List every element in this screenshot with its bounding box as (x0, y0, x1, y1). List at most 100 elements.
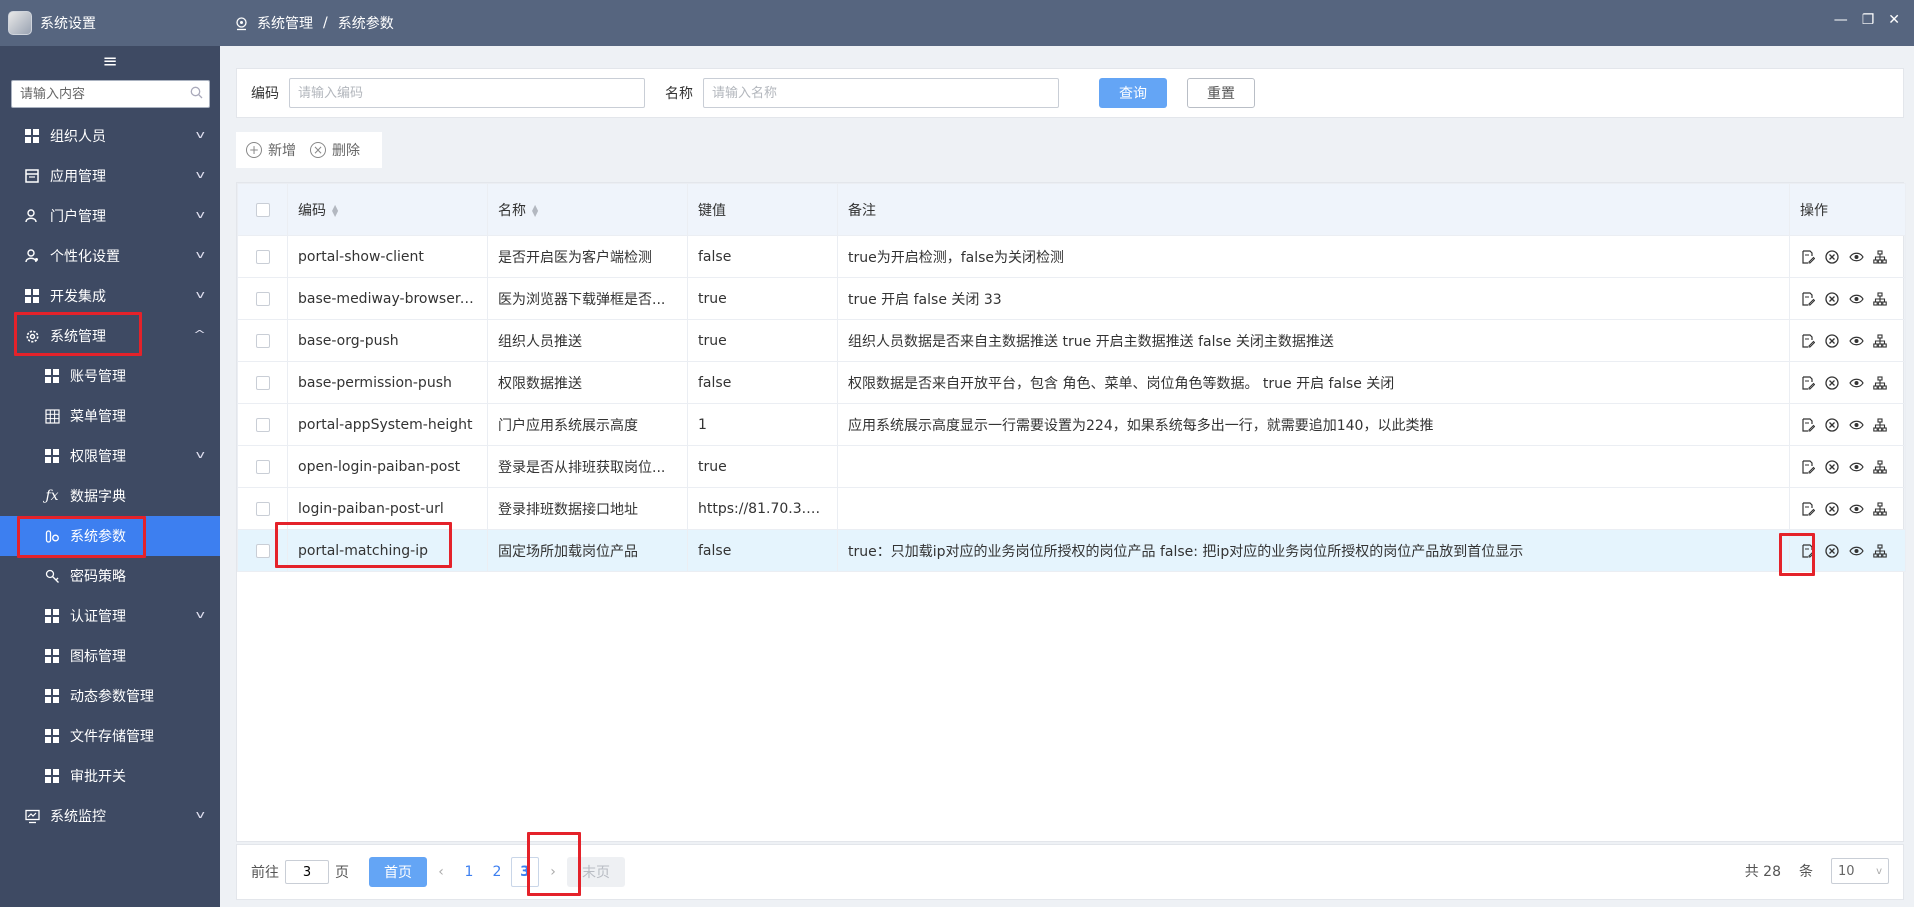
row-checkbox[interactable] (255, 375, 270, 390)
table-row[interactable]: base-org-push 组织人员推送 true 组织人员数据是否来自主数据推… (237, 319, 1906, 362)
view-eye-icon[interactable] (1848, 501, 1864, 517)
page-1-button[interactable]: 1 (455, 857, 483, 887)
minimize-icon[interactable]: — (1834, 12, 1848, 28)
edit-icon[interactable] (1800, 501, 1816, 517)
restore-icon[interactable]: ❐ (1862, 12, 1875, 28)
sidebar-item-label: 系统监控 (50, 809, 106, 825)
col-header-code[interactable]: 编码 ▲ ▼ (287, 183, 488, 236)
edit-icon[interactable] (1800, 459, 1816, 475)
delete-circle-icon[interactable] (1824, 333, 1840, 349)
row-checkbox[interactable] (255, 417, 270, 432)
delete-circle-icon[interactable] (1824, 543, 1840, 559)
first-page-button[interactable]: 首页 (369, 857, 427, 887)
sidebar-item-org-people[interactable]: 组织人员 v (0, 116, 220, 156)
prev-page-icon[interactable]: ‹ (427, 857, 455, 887)
page-2-button[interactable]: 2 (483, 857, 511, 887)
hierarchy-icon[interactable] (1872, 543, 1888, 559)
sidebar-item-auth-management[interactable]: 认证管理 v (0, 596, 220, 636)
edit-icon[interactable] (1800, 333, 1816, 349)
code-input[interactable] (289, 78, 645, 108)
delete-circle-icon[interactable] (1824, 375, 1840, 391)
hierarchy-icon[interactable] (1872, 417, 1888, 433)
view-eye-icon[interactable] (1848, 417, 1864, 433)
edit-icon[interactable] (1800, 543, 1816, 559)
sidebar-item-menu-management[interactable]: 菜单管理 (0, 396, 220, 436)
row-checkbox[interactable] (255, 543, 270, 558)
goto-page-input[interactable] (285, 860, 329, 884)
delete-circle-icon[interactable] (1824, 291, 1840, 307)
hierarchy-icon[interactable] (1872, 333, 1888, 349)
view-eye-icon[interactable] (1848, 543, 1864, 559)
row-checkbox[interactable] (255, 249, 270, 264)
sidebar-item-data-dictionary[interactable]: ƒx 数据字典 (0, 476, 220, 516)
view-eye-icon[interactable] (1848, 291, 1864, 307)
delete-circle-icon[interactable] (1824, 417, 1840, 433)
view-eye-icon[interactable] (1848, 249, 1864, 265)
row-checkbox[interactable] (255, 459, 270, 474)
table-row[interactable]: portal-appSystem-height 门户应用系统展示高度 1 应用系… (237, 403, 1906, 446)
select-all-checkbox[interactable] (255, 202, 270, 217)
table-row[interactable]: login-paiban-post-url 登录排班数据接口地址 https:/… (237, 487, 1906, 530)
name-input[interactable] (703, 78, 1059, 108)
view-eye-icon[interactable] (1848, 459, 1864, 475)
sidebar-item-app-management[interactable]: 应用管理 v (0, 156, 220, 196)
delete-circle-icon[interactable] (1824, 249, 1840, 265)
sidebar-item-account-management[interactable]: 账号管理 (0, 356, 220, 396)
view-eye-icon[interactable] (1848, 333, 1864, 349)
sidebar-item-portal-management[interactable]: 门户管理 v (0, 196, 220, 236)
reset-button[interactable]: 重置 (1187, 78, 1255, 108)
delete-circle-icon[interactable] (1824, 459, 1840, 475)
table-row[interactable]: open-login-paiban-post 登录是否从排班获取岗位... tr… (237, 445, 1906, 488)
menu-toggle-icon[interactable]: ≡ (0, 46, 220, 76)
edit-icon[interactable] (1800, 249, 1816, 265)
cell-value: true (687, 277, 838, 320)
add-button[interactable]: + 新增 (246, 140, 302, 160)
query-button[interactable]: 查询 (1099, 78, 1167, 108)
edit-icon[interactable] (1800, 417, 1816, 433)
delete-button[interactable]: × 删除 (310, 140, 366, 160)
search-icon[interactable] (190, 86, 203, 103)
page-3-button[interactable]: 3 (511, 857, 539, 887)
sidebar-item-dynamic-params[interactable]: 动态参数管理 (0, 676, 220, 716)
col-header-name[interactable]: 名称 ▲ ▼ (487, 183, 688, 236)
last-page-button[interactable]: 末页 (567, 857, 625, 887)
sidebar-item-password-policy[interactable]: 密码策略 (0, 556, 220, 596)
table-row[interactable]: base-mediway-browser-... 医为浏览器下载弹框是否... … (237, 277, 1906, 320)
delete-circle-icon[interactable] (1824, 501, 1840, 517)
hierarchy-icon[interactable] (1872, 375, 1888, 391)
cell-actions (1789, 361, 1906, 404)
breadcrumb-parent[interactable]: 系统管理 (257, 13, 313, 33)
sidebar-item-icon-management[interactable]: 图标管理 (0, 636, 220, 676)
sidebar-item-system-params[interactable]: 系统参数 (0, 516, 220, 556)
sidebar-search-input[interactable] (18, 85, 190, 103)
table-row[interactable]: portal-show-client 是否开启医为客户端检测 false tru… (237, 235, 1906, 278)
sidebar-item-permission-management[interactable]: 权限管理 v (0, 436, 220, 476)
edit-icon[interactable] (1800, 375, 1816, 391)
hierarchy-icon[interactable] (1872, 501, 1888, 517)
app-logo (8, 11, 32, 35)
sidebar-item-system-monitor[interactable]: 系统监控 v (0, 796, 220, 836)
sidebar-item-approval-switch[interactable]: 审批开关 (0, 756, 220, 796)
edit-icon[interactable] (1800, 291, 1816, 307)
table-row[interactable]: portal-matching-ip 固定场所加载岗位产品 false true… (237, 529, 1906, 572)
home-icon[interactable] (234, 16, 249, 31)
sort-icon[interactable]: ▲ ▼ (332, 203, 338, 217)
sidebar-item-personalization[interactable]: 个性化设置 v (0, 236, 220, 276)
hierarchy-icon[interactable] (1872, 459, 1888, 475)
sort-icon[interactable]: ▲ ▼ (532, 203, 538, 217)
row-checkbox[interactable] (255, 333, 270, 348)
hierarchy-icon[interactable] (1872, 249, 1888, 265)
row-checkbox[interactable] (255, 501, 270, 516)
sidebar-item-system-management[interactable]: 系统管理 ^ (0, 316, 220, 356)
table-row[interactable]: base-permission-push 权限数据推送 false 权限数据是否… (237, 361, 1906, 404)
chevron-down-icon: v (196, 208, 206, 221)
sidebar-item-dev-integration[interactable]: 开发集成 v (0, 276, 220, 316)
next-page-icon[interactable]: › (539, 857, 567, 887)
row-checkbox[interactable] (255, 291, 270, 306)
sidebar-item-file-storage[interactable]: 文件存储管理 (0, 716, 220, 756)
close-icon[interactable]: ✕ (1888, 12, 1900, 28)
page-size-select[interactable]: 10 v (1831, 858, 1889, 884)
sidebar-item-label: 密码策略 (70, 569, 126, 585)
hierarchy-icon[interactable] (1872, 291, 1888, 307)
view-eye-icon[interactable] (1848, 375, 1864, 391)
